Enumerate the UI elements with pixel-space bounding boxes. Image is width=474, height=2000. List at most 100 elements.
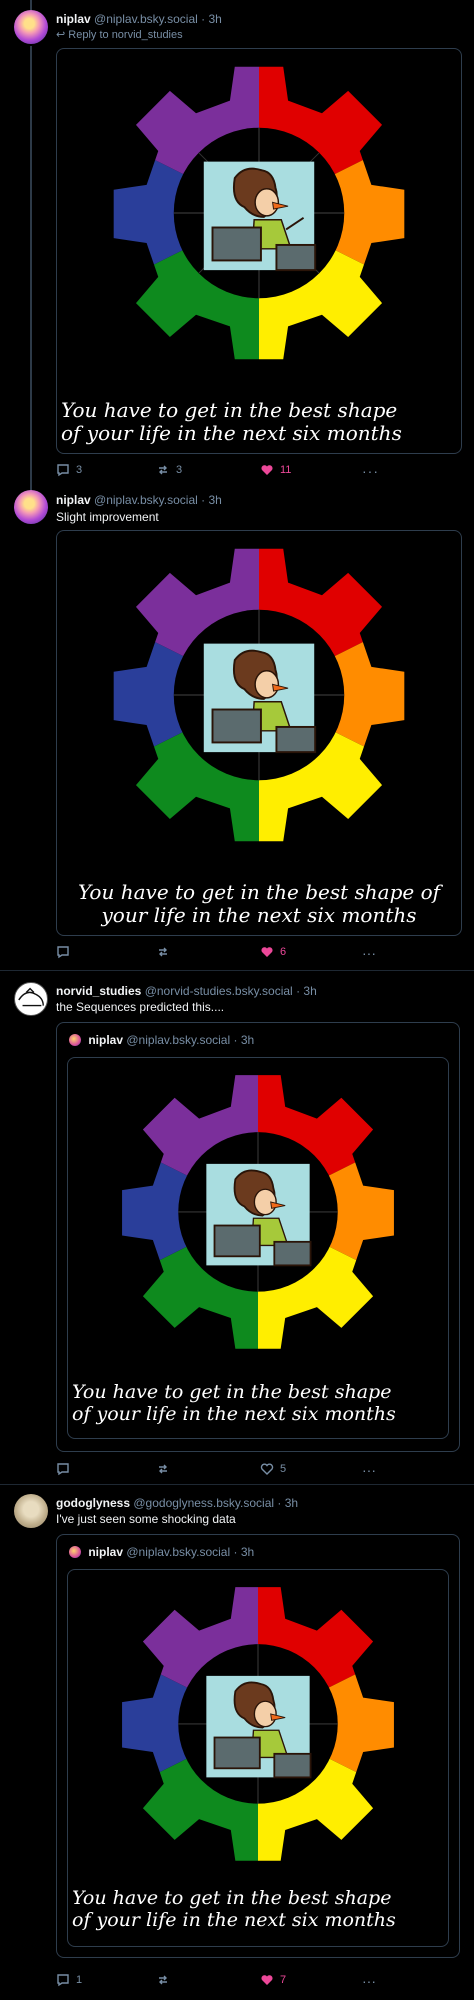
like-icon xyxy=(260,1463,274,1475)
reply-button[interactable] xyxy=(56,1462,76,1476)
author-handle[interactable]: @godoglyness.bsky.social xyxy=(133,1496,274,1510)
more-icon: ··· xyxy=(362,945,376,961)
author-name[interactable]: niplav xyxy=(56,493,91,507)
separator: · xyxy=(233,1033,238,1047)
post-text: Slight improvement xyxy=(56,510,159,524)
quote-time: 3h xyxy=(240,1033,255,1047)
thread-line xyxy=(30,46,32,496)
quote-author: niplav xyxy=(88,1033,124,1047)
post-header: niplav @niplav.bsky.social · 3h xyxy=(56,493,222,507)
reply-button[interactable]: 3 xyxy=(56,463,82,477)
post-time[interactable]: 3h xyxy=(303,984,316,998)
image-card[interactable]: You have to get in the best shape of you… xyxy=(67,1057,449,1439)
like-icon xyxy=(261,1975,273,1985)
reply-to-label: Reply to norvid_studies xyxy=(68,29,183,41)
post-time[interactable]: 3h xyxy=(209,493,222,507)
separator: · xyxy=(296,984,301,998)
quote-time: 3h xyxy=(240,1545,255,1559)
reply-count: 3 xyxy=(76,464,83,476)
gear-illustration xyxy=(104,57,414,367)
separator: · xyxy=(201,493,206,507)
quote-author: niplav xyxy=(88,1545,124,1559)
avatar[interactable] xyxy=(14,982,48,1016)
post-header: niplav @niplav.bsky.social · 3h xyxy=(56,12,222,26)
image-card[interactable]: You have to get in the best shape of you… xyxy=(56,530,462,936)
post-actions: 1 7 ··· xyxy=(56,1973,376,1989)
reply-count: 1 xyxy=(76,1974,83,1986)
like-button[interactable]: 6 xyxy=(260,945,286,959)
more-options-button[interactable]: ··· xyxy=(362,945,376,961)
more-options-button[interactable]: ··· xyxy=(362,1973,376,1989)
repost-button[interactable] xyxy=(156,945,176,959)
post-text: the Sequences predicted this.... xyxy=(56,1000,225,1014)
image-card[interactable]: You have to get in the best shape of you… xyxy=(56,48,462,454)
quote-post[interactable]: niplav @niplav.bsky.social · 3h You have… xyxy=(56,1022,460,1452)
avatar[interactable] xyxy=(14,490,48,524)
avatar[interactable] xyxy=(14,10,48,44)
image-caption: You have to get in the best shape of you… xyxy=(72,1381,396,1425)
post-3[interactable]: norvid_studies @norvid-studies.bsky.soci… xyxy=(0,982,474,1482)
post-time[interactable]: 3h xyxy=(285,1496,298,1510)
author-name[interactable]: godoglyness xyxy=(56,1496,130,1510)
author-handle[interactable]: @niplav.bsky.social xyxy=(94,12,198,26)
post-2[interactable]: niplav @niplav.bsky.social · 3h Slight i… xyxy=(0,490,474,961)
post-header: godoglyness @godoglyness.bsky.social · 3… xyxy=(56,1496,298,1510)
like-icon xyxy=(261,947,273,957)
reply-context[interactable]: ↩ Reply to norvid_studies xyxy=(56,28,183,41)
more-options-button[interactable]: ··· xyxy=(362,463,379,479)
separator: · xyxy=(233,1545,238,1559)
more-icon: ··· xyxy=(362,1973,376,1989)
author-name[interactable]: niplav xyxy=(56,12,91,26)
gear-illustration xyxy=(113,1578,403,1868)
quote-post[interactable]: niplav @niplav.bsky.social · 3h You have… xyxy=(56,1534,460,1958)
post-divider xyxy=(0,970,474,971)
author-handle[interactable]: @niplav.bsky.social xyxy=(94,493,198,507)
more-icon: ··· xyxy=(362,463,379,479)
post-1[interactable]: niplav @niplav.bsky.social · 3h ↩ Reply … xyxy=(0,0,474,496)
separator: · xyxy=(201,12,206,26)
repost-icon xyxy=(159,465,167,475)
quote-avatar xyxy=(69,1546,81,1558)
like-button[interactable]: 7 xyxy=(260,1973,286,1987)
image-caption: You have to get in the best shape of you… xyxy=(77,880,441,927)
avatar-sketch xyxy=(18,987,44,1007)
quote-handle: @niplav.bsky.social xyxy=(126,1545,231,1559)
post-actions: 6 ··· xyxy=(56,945,376,961)
repost-button[interactable]: 3 xyxy=(156,463,182,477)
repost-button[interactable] xyxy=(156,1973,176,1987)
like-icon xyxy=(261,465,273,475)
like-count: 5 xyxy=(280,1463,287,1475)
reply-icon xyxy=(57,1463,69,1476)
like-count: 7 xyxy=(280,1974,287,1986)
author-name[interactable]: norvid_studies xyxy=(56,984,141,998)
post-divider xyxy=(0,1484,474,1485)
reply-arrow-icon: ↩ xyxy=(56,29,66,41)
reply-icon xyxy=(57,1974,69,1987)
gear-illustration xyxy=(104,539,414,849)
more-icon: ··· xyxy=(362,1462,376,1478)
repost-icon xyxy=(159,1464,167,1474)
post-4[interactable]: godoglyness @godoglyness.bsky.social · 3… xyxy=(0,1494,474,2000)
like-button[interactable]: 5 xyxy=(260,1462,286,1476)
like-button[interactable]: 11 xyxy=(260,463,291,477)
post-header: norvid_studies @norvid-studies.bsky.soci… xyxy=(56,984,317,998)
reply-button[interactable]: 1 xyxy=(56,1973,82,1987)
thread-line xyxy=(30,0,32,10)
more-options-button[interactable]: ··· xyxy=(362,1462,376,1478)
gear-illustration xyxy=(113,1066,403,1356)
repost-count: 3 xyxy=(176,464,183,476)
post-time[interactable]: 3h xyxy=(209,12,222,26)
reply-icon xyxy=(57,464,69,477)
reply-button[interactable] xyxy=(56,945,76,959)
avatar[interactable] xyxy=(14,1494,48,1528)
quote-header: niplav @niplav.bsky.social · 3h xyxy=(69,1033,254,1047)
quote-header: niplav @niplav.bsky.social · 3h xyxy=(69,1545,254,1559)
quote-avatar xyxy=(69,1034,81,1046)
repost-button[interactable] xyxy=(156,1462,176,1476)
author-handle[interactable]: @norvid-studies.bsky.social xyxy=(145,984,293,998)
repost-icon xyxy=(159,1975,167,1985)
like-count: 11 xyxy=(280,464,292,476)
image-card[interactable]: You have to get in the best shape of you… xyxy=(67,1569,449,1947)
post-text: I've just seen some shocking data xyxy=(56,1512,236,1526)
separator: · xyxy=(277,1496,282,1510)
